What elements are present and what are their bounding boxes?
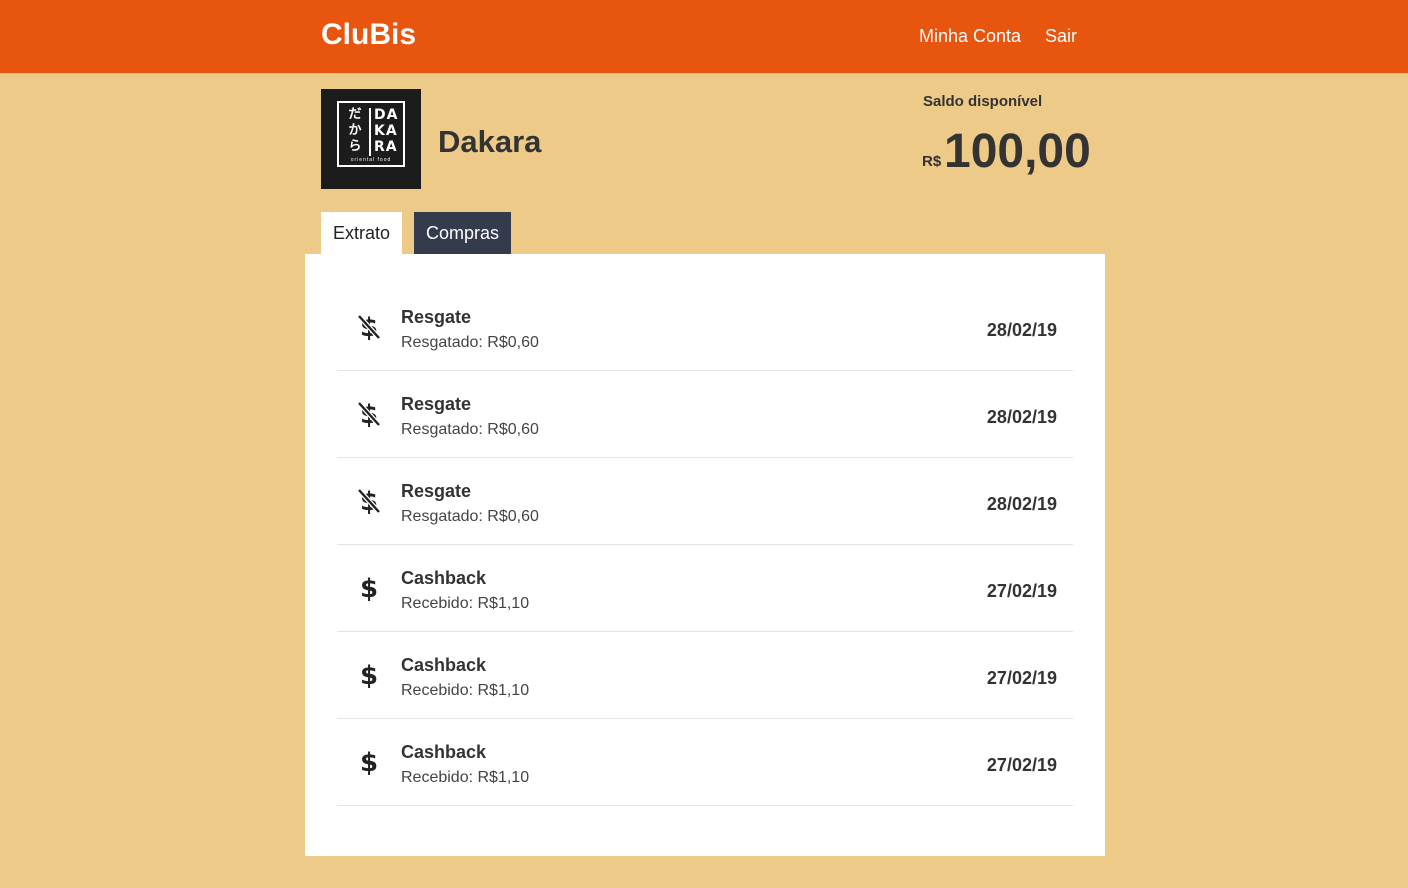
statement-panel: $ Resgate Resgatado: R$0,60 28/02/19 $ Resgat…: [305, 254, 1105, 856]
svg-text:$: $: [360, 574, 378, 601]
transaction-list: $ Resgate Resgatado: R$0,60 28/02/19 $ Resgat…: [337, 284, 1073, 806]
balance-currency: R$: [922, 153, 942, 170]
transaction-date: 28/02/19: [986, 494, 1057, 514]
transaction-title: Resgate: [401, 307, 472, 327]
transaction-detail: Resgatado: R$0,60: [401, 421, 539, 438]
transaction-title: Resgate: [401, 481, 472, 501]
transaction-row: $ Cashback Recebido: R$1,10 27/02/19: [337, 632, 1073, 719]
transaction-title: Cashback: [401, 655, 487, 675]
dollar-off-icon: $: [356, 399, 382, 430]
dollar-icon: $: [356, 660, 382, 691]
store-logo-en: DA KA RA: [374, 107, 399, 155]
transaction-date: 27/02/19: [986, 581, 1057, 601]
dollar-off-icon: $: [356, 312, 382, 343]
dollar-icon: $: [356, 747, 382, 778]
transaction-title: Cashback: [401, 568, 487, 588]
top-navbar: CluBis Minha Conta Sair: [0, 0, 1408, 73]
brand-logo[interactable]: CluBis: [321, 17, 416, 53]
transaction-row: $ Resgate Resgatado: R$0,60 28/02/19: [337, 458, 1073, 545]
transaction-detail: Resgatado: R$0,60: [401, 508, 539, 525]
transaction-date: 28/02/19: [986, 320, 1057, 340]
dollar-off-icon: $: [356, 486, 382, 517]
dollar-icon: $: [356, 573, 382, 604]
transaction-date: 27/02/19: [986, 755, 1057, 775]
svg-text:$: $: [360, 661, 378, 688]
transaction-row: $ Resgate Resgatado: R$0,60 28/02/19: [337, 371, 1073, 458]
transaction-title: Cashback: [401, 742, 487, 762]
nav-logout-link[interactable]: Sair: [1045, 25, 1077, 47]
store-logo-jp: だから: [348, 107, 362, 154]
transaction-title: Resgate: [401, 394, 472, 414]
transaction-detail: Recebido: R$1,10: [401, 769, 530, 786]
transaction-date: 27/02/19: [986, 668, 1057, 688]
tab-compras[interactable]: Compras: [414, 212, 511, 254]
store-name: Dakara: [438, 124, 542, 159]
transaction-date: 28/02/19: [986, 407, 1057, 427]
balance-label: Saldo disponível: [923, 93, 1043, 110]
tab-extrato[interactable]: Extrato: [321, 212, 402, 254]
balance-value: 100,00: [944, 125, 1091, 178]
store-logo-tagline: oriental food: [350, 157, 392, 163]
nav-my-account-link[interactable]: Minha Conta: [919, 25, 1021, 47]
transaction-row: $ Cashback Recebido: R$1,10 27/02/19: [337, 545, 1073, 632]
transaction-row: $ Resgate Resgatado: R$0,60 28/02/19: [337, 284, 1073, 371]
transaction-row: $ Cashback Recebido: R$1,10 27/02/19: [337, 719, 1073, 806]
svg-text:$: $: [360, 748, 378, 775]
store-logo: だから DA KA RA oriental food: [321, 89, 421, 189]
transaction-detail: Resgatado: R$0,60: [401, 334, 539, 351]
transaction-detail: Recebido: R$1,10: [401, 595, 530, 612]
transaction-detail: Recebido: R$1,10: [401, 682, 530, 699]
